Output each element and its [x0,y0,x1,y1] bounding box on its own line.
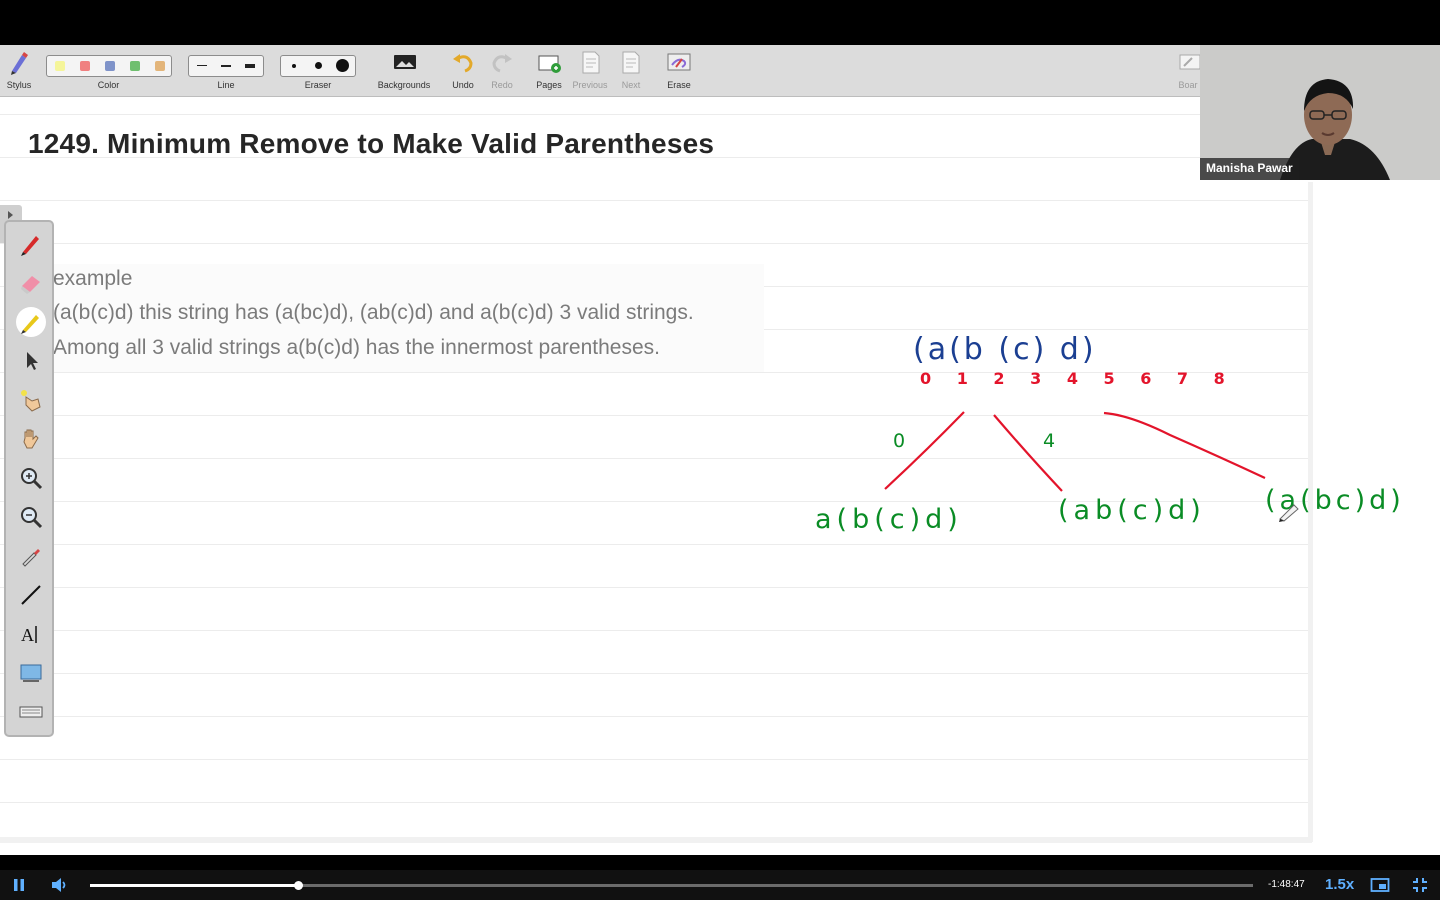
zoom-in-tool[interactable] [16,463,46,493]
color-swatch-blue[interactable] [105,61,115,71]
keyboard-icon [19,706,43,718]
color-swatch-orange[interactable] [155,61,165,71]
screenshot-tool[interactable] [16,658,46,688]
zoom-out-tool[interactable] [16,502,46,532]
pan-tool[interactable] [16,424,46,454]
volume-icon[interactable] [50,877,70,893]
previous-page-icon [582,51,600,74]
eraser-tool[interactable] [16,268,46,298]
board-icon [1179,54,1200,70]
pause-icon[interactable] [12,878,26,892]
previous-page-button[interactable]: Previous [571,49,609,94]
add-page-icon [538,55,561,73]
erase-all-icon [667,53,691,71]
erase-all-button[interactable]: Erase [662,49,696,94]
eraser-size-group[interactable] [280,55,356,77]
next-page-icon [622,51,640,74]
red-pen-icon [21,236,39,256]
seek-bar-progress [90,884,299,887]
color-swatch-group[interactable] [46,55,172,77]
screen-capture-icon [20,664,42,682]
next-page-button[interactable]: Next [615,49,647,94]
backgrounds-button[interactable]: Backgrounds [374,49,434,94]
seek-bar[interactable] [90,881,1253,890]
presenter-webcam: Manisha Pawar [1200,45,1440,180]
branch-line-middle [993,414,1063,492]
exit-fullscreen-icon[interactable] [1412,877,1428,893]
pen-cursor-icon [1279,504,1299,522]
zoom-out-icon [21,507,43,529]
redo-button[interactable]: Redo [486,49,518,94]
zoom-in-icon [21,468,43,490]
line-medium-option[interactable] [216,59,236,73]
result-string-2: (ab(c)d) [1058,495,1206,526]
color-swatch-red[interactable] [80,61,90,71]
color-swatch-yellow[interactable] [55,61,65,71]
screen: Stylus Color Line Eraser Backgrounds Und… [0,0,1440,900]
playback-speed-button[interactable]: 1.5x [1325,876,1354,893]
line-width-group[interactable] [188,55,264,77]
color-swatch-green[interactable] [130,61,140,71]
color-picker[interactable]: Color [45,49,172,94]
laser-pointer-tool[interactable] [16,385,46,415]
video-player-controls: -1:48:47 1.5x [0,870,1440,900]
branch-label-2: 4 [1043,430,1056,452]
arrow-pointer-icon [27,352,38,370]
undo-button[interactable]: Undo [447,49,479,94]
undo-icon [453,54,473,73]
pen-tool[interactable] [16,229,46,259]
redo-icon [492,54,512,73]
stylus-icon [11,52,28,75]
player-top-gap [0,855,1440,870]
eraser-large-option[interactable] [332,59,352,73]
line-icon [21,585,41,605]
eyedropper-tool[interactable] [16,541,46,571]
eraser-small-option[interactable] [284,59,304,73]
eraser-size-picker[interactable]: Eraser [280,49,356,94]
line-tool[interactable] [16,580,46,610]
keyboard-tool[interactable] [16,697,46,727]
select-tool[interactable] [16,346,46,376]
text-icon: A [21,625,37,645]
line-thick-option[interactable] [240,59,260,73]
eyedropper-icon [22,549,40,567]
laser-hand-icon [21,390,41,412]
branch-label-0: 0 [893,430,906,452]
svg-text:A: A [21,625,34,645]
drawing-tools-palette: A [4,220,54,737]
stylus-tool[interactable]: Stylus [4,49,34,94]
result-string-1: a(b(c)d) [815,504,963,535]
handwritten-branch-lines [884,411,1266,492]
eraser-medium-option[interactable] [308,59,328,73]
presenter-name: Manisha Pawar [1200,158,1299,180]
seek-handle[interactable] [294,881,304,890]
hand-icon [23,429,39,449]
board-button[interactable]: Boar [1176,49,1200,94]
text-tool[interactable]: A [16,619,46,649]
line-thin-option[interactable] [192,59,212,73]
backgrounds-icon [394,55,416,69]
whiteboard-canvas[interactable]: 1249. Minimum Remove to Make Valid Paren… [0,97,1440,855]
eraser-icon [21,276,40,294]
time-remaining: -1:48:47 [1268,879,1305,890]
picture-in-picture-icon[interactable] [1370,877,1390,893]
highlighter-tool[interactable] [16,307,46,337]
line-width-picker[interactable]: Line [188,49,264,94]
pages-button[interactable]: Pages [533,49,565,94]
highlighter-icon [21,315,39,334]
branch-line-right [1103,411,1266,479]
